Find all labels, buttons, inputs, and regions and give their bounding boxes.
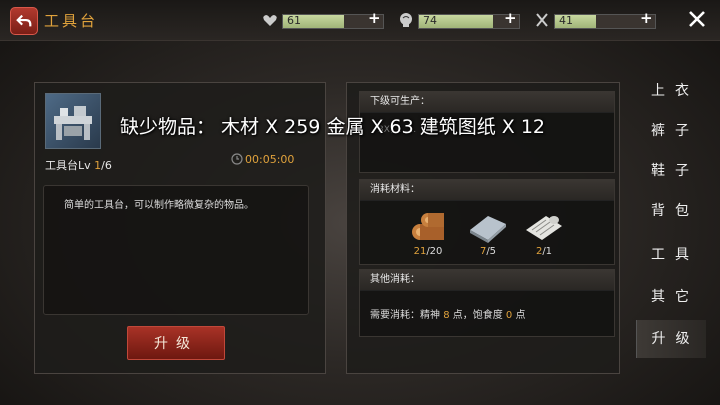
produce-header: 下级可生产：	[360, 92, 614, 113]
spirit-value: 74	[423, 14, 437, 27]
description-box: 简单的工具台，可以制作略微复杂的物品。	[43, 185, 309, 315]
back-button[interactable]	[10, 7, 38, 35]
metal-sheet-icon	[470, 216, 506, 243]
materials-section: 消耗材料： 21/20 7/5 2/1	[359, 179, 615, 265]
workbench-description: 简单的工具台，可以制作略微复杂的物品。	[64, 200, 254, 211]
material-blueprint[interactable]: 2/1	[522, 208, 566, 257]
tab-shoes[interactable]: 鞋子	[636, 152, 706, 190]
page-title: 工具台	[44, 12, 99, 30]
satiety-add-button[interactable]: +	[640, 9, 653, 27]
metal-count: 7/5	[479, 246, 497, 257]
health-value: 61	[287, 14, 301, 27]
top-bar: 工具台 61 + 74 + 41 +	[0, 0, 720, 41]
wood-logs-icon	[412, 213, 444, 240]
tab-upgrade[interactable]: 升级	[636, 320, 706, 358]
material-metal[interactable]: 7/5	[466, 208, 510, 257]
satiety-value: 41	[559, 14, 573, 27]
tab-pants[interactable]: 裤子	[636, 112, 706, 150]
other-cost-header: 其他消耗：	[360, 270, 614, 291]
missing-items-toast: 缺少物品： 木材 X 259 金属 X 63 建筑图纸 X 12	[120, 116, 546, 138]
health-add-button[interactable]: +	[368, 9, 381, 27]
back-arrow-icon	[16, 14, 32, 27]
blueprint-count: 2/1	[535, 246, 553, 257]
tab-tools[interactable]: 工具	[636, 236, 706, 274]
category-tabs: 上衣 裤子 鞋子 背包 工具 其它 升级	[634, 72, 714, 372]
upgrade-button[interactable]: 升级	[127, 326, 225, 360]
brain-icon	[400, 13, 412, 27]
other-cost-section: 其他消耗： 需要消耗：精神 8 点，饱食度 0 点	[359, 269, 615, 337]
tab-backpack[interactable]: 背包	[636, 192, 706, 230]
other-cost-text: 需要消耗：精神 8 点，饱食度 0 点	[370, 310, 526, 321]
workbench-level: 工具台Lv 1/6	[45, 159, 112, 172]
blueprint-icon	[526, 216, 562, 240]
materials-header: 消耗材料：	[360, 180, 614, 201]
material-wood[interactable]: 21/20	[406, 208, 450, 257]
clock-icon	[231, 153, 243, 165]
tab-other[interactable]: 其它	[636, 278, 706, 316]
wood-count: 21/20	[413, 246, 443, 257]
workbench-icon	[45, 93, 101, 149]
utensils-icon	[536, 13, 548, 27]
spirit-add-button[interactable]: +	[504, 9, 517, 27]
tab-tops[interactable]: 上衣	[636, 72, 706, 110]
heart-icon	[263, 15, 277, 26]
close-icon[interactable]	[686, 8, 708, 30]
upgrade-timer: 00:05:00	[231, 153, 294, 166]
